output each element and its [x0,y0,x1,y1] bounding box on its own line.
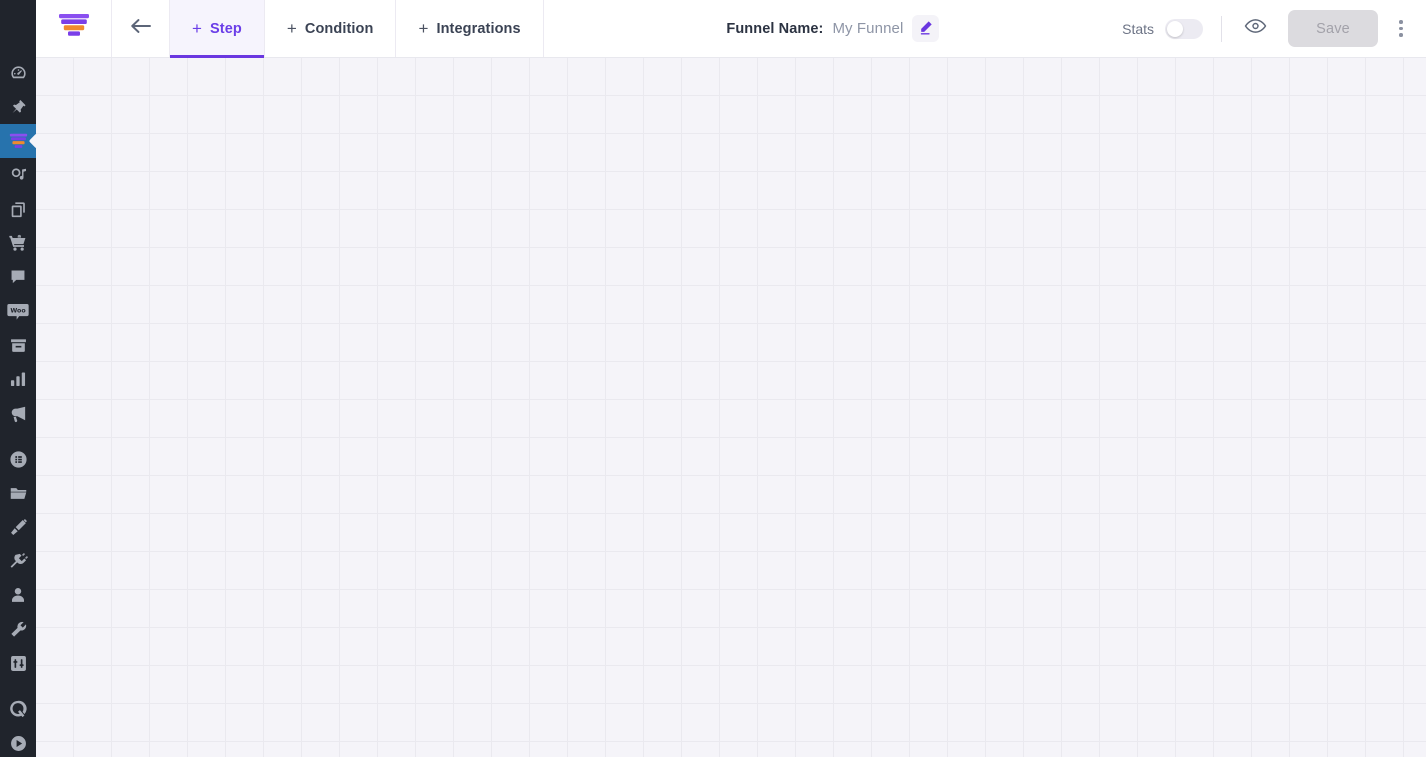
shopping-cart-icon [8,233,28,253]
pin-icon [9,98,28,117]
funnel-name-group: Funnel Name: My Funnel [726,0,940,57]
sidebar-item-woocommerce[interactable]: Woo [0,294,36,328]
plug-icon [9,552,28,571]
plus-icon: + [192,18,203,38]
tab-integrations[interactable]: + Integrations [396,0,544,57]
tab-step-label: Step [210,20,242,37]
paint-roller-icon [9,518,28,537]
sidebar-item-dashboard[interactable] [0,56,36,90]
funnel-builder-app: Woo + Step + Condition + Integrations Fu… [0,0,1426,757]
play-circle-icon [9,734,28,753]
left-sidebar: Woo [0,0,36,757]
kebab-dot [1399,20,1403,24]
preview-button[interactable] [1240,14,1270,44]
eye-icon [1244,17,1267,40]
folder-icon [9,484,28,503]
sidebar-item-funnels[interactable] [0,124,36,158]
funnel-icon [8,132,29,151]
stats-toggle[interactable] [1165,18,1204,39]
edit-funnel-name-button[interactable] [912,15,940,42]
bar-chart-icon [9,370,27,388]
sidebar-item-help-video[interactable] [0,726,36,757]
top-header: + Step + Condition + Integrations Funnel… [36,0,1426,58]
main-area: + Step + Condition + Integrations Funnel… [36,0,1426,757]
sidebar-item-library[interactable] [0,476,36,510]
tab-condition-label: Condition [304,20,374,37]
back-arrow-icon [129,16,153,41]
sidebar-item-analytics[interactable] [0,362,36,396]
automation-icon [9,166,28,185]
tab-condition[interactable]: + Condition [265,0,397,57]
sidebar-item-messages[interactable] [0,260,36,294]
woo-badge-icon: Woo [7,302,29,321]
sidebar-item-campaigns[interactable] [0,396,36,430]
sidebar-item-pages[interactable] [0,192,36,226]
pencil-edit-icon [918,20,933,38]
stats-label: Stats [1122,20,1155,37]
sidebar-item-settings[interactable] [0,646,36,680]
sidebar-item-cart[interactable] [0,226,36,260]
funnel-logo-icon [57,11,91,46]
funnel-canvas[interactable] [36,58,1426,757]
archive-box-icon [9,336,28,355]
megaphone-icon [9,404,28,423]
header-spacer-right [939,0,1122,57]
header-divider [1221,15,1223,42]
q-logo-icon [8,699,28,719]
kebab-dot [1399,33,1403,37]
kebab-dot [1399,26,1403,31]
header-actions: Stats Save [1122,0,1426,57]
sidebar-item-templates[interactable] [0,510,36,544]
more-options-button[interactable] [1386,11,1416,47]
gauge-icon [9,64,28,83]
tab-step[interactable]: + Step [170,0,265,58]
app-logo[interactable] [36,0,112,57]
sidebar-item-contacts[interactable] [0,578,36,612]
toggle-knob [1167,20,1184,37]
sidebar-item-integrations[interactable] [0,544,36,578]
wrench-icon [9,620,28,639]
sidebar-item-tools[interactable] [0,612,36,646]
sidebar-item-forms[interactable] [0,442,36,476]
tab-integrations-label: Integrations [436,20,521,37]
plus-icon: + [286,18,297,38]
back-button[interactable] [112,0,170,57]
save-button[interactable]: Save [1288,10,1379,47]
svg-text:Woo: Woo [10,307,26,314]
funnel-name-value: My Funnel [832,20,904,37]
copy-pages-icon [9,200,28,219]
plus-icon: + [418,18,429,38]
chat-bubble-icon [9,268,27,286]
sidebar-item-quickstart[interactable] [0,692,36,726]
sidebar-item-archive[interactable] [0,328,36,362]
funnel-name-label: Funnel Name: [726,20,824,37]
sidebar-item-automation[interactable] [0,158,36,192]
header-spacer-left [544,0,727,57]
circled-list-icon [9,450,28,469]
sidebar-item-pinned[interactable] [0,90,36,124]
user-icon [9,586,27,604]
sliders-icon [9,654,28,673]
